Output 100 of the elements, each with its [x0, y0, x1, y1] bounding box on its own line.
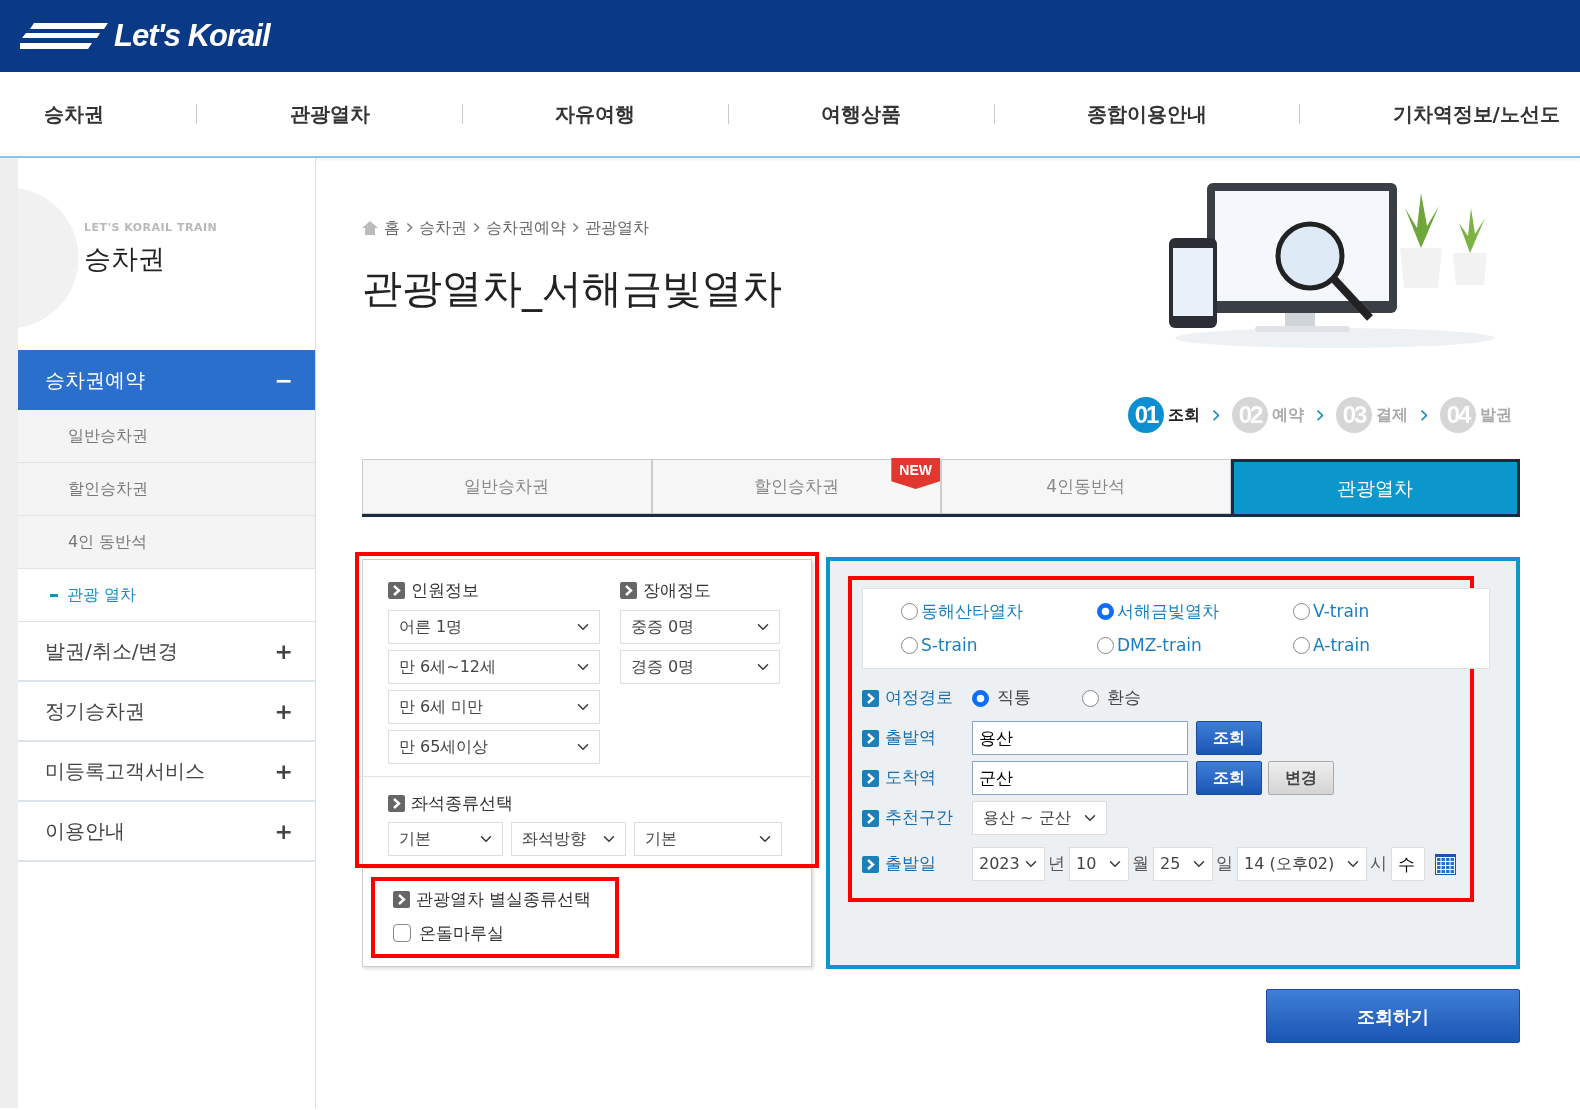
- nav-link[interactable]: 종합이용안내: [1086, 99, 1207, 129]
- radio-button[interactable]: [972, 689, 989, 707]
- breadcrumb-link[interactable]: 승차권: [419, 216, 467, 240]
- radio-button[interactable]: [901, 603, 918, 621]
- chevron-icon: [406, 222, 413, 234]
- logo-icon: [20, 23, 108, 49]
- logo-text[interactable]: Let's Korail: [114, 12, 270, 60]
- select-field[interactable]: 기본: [388, 822, 503, 856]
- home-icon[interactable]: [362, 221, 378, 235]
- toggle-sign: +: [274, 637, 293, 666]
- radio-label: V-train: [1313, 600, 1370, 623]
- toggle-sign: +: [274, 817, 293, 846]
- select-field[interactable]: 기본: [634, 822, 782, 856]
- button[interactable]: 조회: [1196, 761, 1262, 795]
- sidebar-caption: LET'S KORAIL TRAIN: [84, 220, 219, 236]
- arrow-box-icon: [862, 729, 879, 747]
- radio-label: 동해산타열차: [921, 600, 1023, 623]
- sidebar-menu-item[interactable]: 승차권예약 −: [18, 350, 315, 410]
- select-field[interactable]: 만 6세 미만: [388, 689, 600, 724]
- step-number: 01: [1128, 397, 1164, 433]
- section-heading: 인원정보: [411, 579, 479, 602]
- field-label: 출발역: [885, 726, 936, 750]
- arrow-box-icon: [393, 891, 410, 909]
- sidebar-subitem[interactable]: 할인승차권: [18, 463, 315, 516]
- search-button[interactable]: 조회하기: [1266, 989, 1520, 1043]
- select-field[interactable]: 2023: [972, 847, 1045, 881]
- dash-icon: [50, 593, 58, 597]
- sidebar-subitem[interactable]: 일반승차권: [18, 410, 315, 463]
- step-label: 예약: [1272, 404, 1304, 426]
- select-field[interactable]: 경증 0명: [620, 649, 780, 684]
- unit-label: 일: [1216, 852, 1233, 876]
- select-field[interactable]: 어른 1명: [388, 609, 600, 644]
- radio-button[interactable]: [1082, 689, 1099, 707]
- field-label: 여정경로: [885, 686, 953, 710]
- sidebar-menu-label: 이용안내: [45, 818, 125, 845]
- page-title: 관광열차_서해금빛열차: [362, 264, 782, 312]
- input-field[interactable]: 군산: [972, 761, 1188, 795]
- sidebar-title: 승차권: [84, 241, 166, 276]
- select-field[interactable]: 만 65세이상: [388, 729, 600, 764]
- toggle-sign: −: [274, 366, 293, 395]
- sidebar-subitem-label: 관광 열차: [67, 584, 137, 606]
- sidebar-subitem[interactable]: 4인 동반석: [18, 516, 315, 569]
- chevron-icon: [572, 222, 579, 234]
- toggle-sign: +: [274, 697, 293, 726]
- chevron-icon: [1420, 408, 1428, 422]
- sidebar-menu-label: 정기승차권: [45, 698, 145, 725]
- select-field[interactable]: 중증 0명: [620, 609, 780, 644]
- tab[interactable]: 할인승차권 NEW: [651, 459, 941, 514]
- section-heading: 좌석종류선택: [411, 791, 513, 815]
- radio-label: DMZ-train: [1117, 633, 1202, 657]
- radio-button[interactable]: [1293, 603, 1310, 621]
- arrow-box-icon: [620, 582, 637, 600]
- select-field[interactable]: 만 6세~12세: [388, 649, 600, 684]
- unit-label: 월: [1132, 852, 1149, 876]
- sidebar-menu-item[interactable]: 발권/취소/변경 +: [18, 622, 315, 682]
- radio-button[interactable]: [1097, 636, 1114, 654]
- new-badge: NEW: [891, 458, 940, 489]
- breadcrumb-link[interactable]: 승차권예약: [486, 216, 566, 240]
- field-label: 추천구간: [885, 806, 953, 830]
- input-field[interactable]: 용산: [972, 721, 1188, 755]
- nav-link[interactable]: 관광열차: [289, 99, 370, 129]
- select-field[interactable]: 좌석방향: [511, 822, 626, 856]
- field-label: 출발일: [885, 852, 936, 876]
- select-field[interactable]: 25: [1153, 847, 1213, 881]
- weekday-field[interactable]: 수: [1391, 847, 1425, 881]
- sidebar-menu-label: 승차권예약: [45, 367, 145, 394]
- section-heading: 장애정도: [643, 579, 711, 602]
- unit-label: 시: [1370, 852, 1387, 876]
- calendar-icon[interactable]: [1435, 853, 1456, 875]
- radio-button[interactable]: [1097, 603, 1114, 621]
- sidebar-menu-item[interactable]: 이용안내 +: [18, 802, 315, 862]
- select-field[interactable]: 10: [1069, 847, 1129, 881]
- step-label: 조회: [1168, 404, 1200, 426]
- sidebar-menu-item[interactable]: 정기승차권 +: [18, 682, 315, 742]
- checkbox-label: 온돌마루실: [419, 921, 504, 945]
- nav-link[interactable]: 승차권: [44, 99, 104, 129]
- arrow-box-icon: [388, 582, 405, 600]
- select-field[interactable]: 14 (오후02): [1237, 847, 1367, 881]
- breadcrumb-link[interactable]: 홈: [384, 216, 400, 240]
- nav-link[interactable]: 자유여행: [555, 99, 636, 129]
- breadcrumb-link[interactable]: 관광열차: [585, 216, 649, 240]
- button[interactable]: 조회: [1196, 721, 1262, 755]
- radio-label: A-train: [1313, 633, 1370, 657]
- nav-link[interactable]: 기차역정보/노선도: [1392, 99, 1560, 129]
- nav-link[interactable]: 여행상품: [821, 99, 902, 129]
- section-heading: 관광열차 별실종류선택: [416, 888, 592, 911]
- sidebar-menu-item[interactable]: 미등록고객서비스 +: [18, 742, 315, 802]
- arrow-box-icon: [862, 809, 879, 827]
- chevron-icon: [1316, 408, 1324, 422]
- arrow-box-icon: [388, 794, 405, 812]
- button[interactable]: 변경: [1268, 761, 1334, 795]
- radio-button[interactable]: [901, 636, 918, 654]
- chevron-icon: [473, 222, 480, 234]
- unit-label: 년: [1048, 852, 1065, 876]
- radio-button[interactable]: [1293, 636, 1310, 654]
- checkbox[interactable]: [393, 924, 411, 943]
- select-field[interactable]: 용산 ~ 군산: [972, 801, 1107, 835]
- arrow-box-icon: [862, 855, 879, 873]
- sidebar-menu-label: 미등록고객서비스: [45, 758, 205, 785]
- radio-label: 환승: [1107, 686, 1141, 710]
